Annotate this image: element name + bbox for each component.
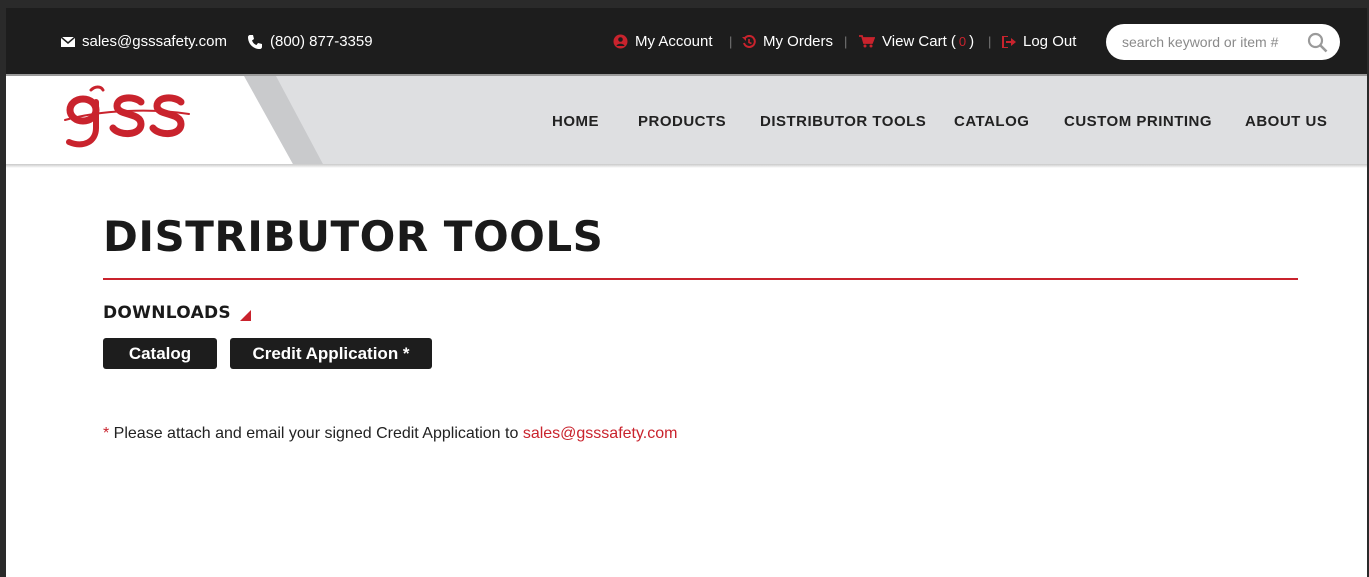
search-box	[1106, 24, 1340, 60]
nav-custom-printing[interactable]: CUSTOM PRINTING	[1064, 113, 1212, 130]
cart-count: 0	[958, 34, 967, 49]
separator: |	[729, 34, 733, 49]
nav-about-us[interactable]: ABOUT US	[1245, 113, 1327, 130]
search-icon[interactable]	[1307, 32, 1328, 53]
my-orders-label: My Orders	[763, 33, 834, 50]
nav-shadow	[6, 164, 1367, 168]
log-out-label: Log Out	[1023, 33, 1077, 50]
triangle-icon	[239, 306, 251, 326]
my-account-label: My Account	[635, 33, 713, 50]
my-account-link[interactable]: My Account	[613, 33, 713, 50]
page-frame: sales@gsssafety.com (800) 877-3359 My Ac…	[6, 8, 1367, 577]
phone-icon	[247, 34, 263, 50]
downloads-heading[interactable]: DOWNLOADS	[103, 300, 251, 326]
user-circle-icon	[613, 34, 628, 49]
separator: |	[988, 34, 992, 49]
note-email-link[interactable]: sales@gsssafety.com	[523, 425, 678, 442]
title-divider	[103, 278, 1298, 280]
search-input[interactable]	[1122, 33, 1302, 51]
phone-link[interactable]: (800) 877-3359	[247, 33, 373, 50]
nav-products[interactable]: PRODUCTS	[638, 113, 726, 130]
nav-catalog[interactable]: CATALOG	[954, 113, 1029, 130]
email-text: sales@gsssafety.com	[82, 33, 227, 50]
page-title: DISTRIBUTOR TOOLS	[103, 212, 604, 261]
credit-application-button[interactable]: Credit Application *	[230, 338, 432, 369]
cart-icon	[859, 35, 875, 48]
catalog-button[interactable]: Catalog	[103, 338, 217, 369]
email-link[interactable]: sales@gsssafety.com	[61, 33, 227, 50]
my-orders-link[interactable]: My Orders	[742, 33, 833, 50]
log-out-link[interactable]: Log Out	[1002, 33, 1076, 50]
main-nav-bar: HOME PRODUCTS DISTRIBUTOR TOOLS CATALOG …	[6, 74, 1367, 166]
view-cart-link[interactable]: View Cart ( 0 )	[859, 33, 974, 50]
log-out-icon	[1002, 35, 1016, 48]
top-bar: sales@gsssafety.com (800) 877-3359 My Ac…	[6, 8, 1367, 74]
nav-home[interactable]: HOME	[552, 113, 599, 130]
history-icon	[742, 34, 756, 49]
view-cart-close: )	[969, 33, 975, 50]
phone-text: (800) 877-3359	[270, 33, 373, 50]
nav-distributor-tools[interactable]: DISTRIBUTOR TOOLS	[760, 113, 926, 130]
envelope-icon	[61, 36, 75, 47]
note-text: Please attach and email your signed Cred…	[109, 425, 523, 442]
view-cart-label: View Cart (	[882, 33, 956, 50]
separator: |	[844, 34, 848, 49]
gss-logo[interactable]	[61, 84, 191, 163]
credit-application-note: * Please attach and email your signed Cr…	[103, 425, 677, 443]
downloads-label: DOWNLOADS	[103, 303, 231, 323]
